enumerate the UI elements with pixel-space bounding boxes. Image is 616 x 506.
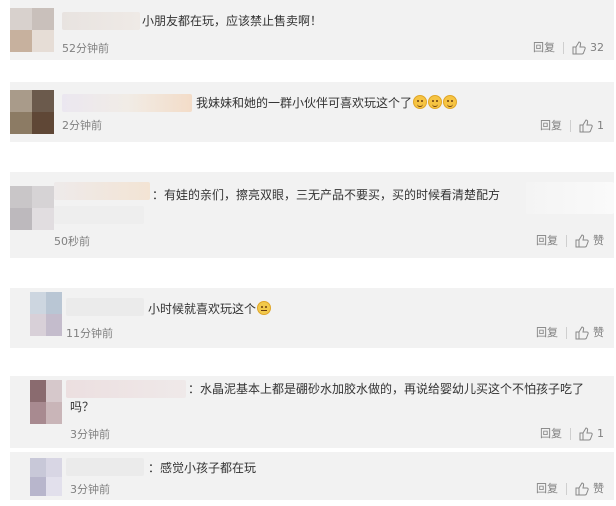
- avatar-pixel: [10, 208, 32, 230]
- cry-laugh-emoji-icon: [257, 301, 272, 315]
- username-blurred: [54, 206, 144, 224]
- comment-card: 我妹妹和她的一群小伙伴可喜欢玩这个了 2分钟前 回复 1: [10, 82, 614, 142]
- thumbs-up-icon[interactable]: [575, 234, 589, 248]
- avatar-pixel: [32, 208, 54, 230]
- avatar-pixel: [32, 186, 54, 208]
- avatar-pixel: [10, 8, 32, 30]
- avatar-pixel: [32, 30, 54, 52]
- avatar-pixel: [10, 30, 32, 52]
- username-blurred[interactable]: [66, 298, 144, 316]
- avatar[interactable]: [10, 90, 54, 134]
- divider: [566, 483, 567, 495]
- avatar[interactable]: [10, 8, 54, 52]
- avatar-pixel: [10, 186, 32, 208]
- avatar[interactable]: [30, 458, 62, 496]
- username-blurred[interactable]: [62, 94, 192, 112]
- divider: [566, 235, 567, 247]
- divider: [570, 120, 571, 132]
- smile-emoji-icon: [413, 95, 428, 109]
- avatar-pixel: [30, 292, 46, 314]
- avatar[interactable]: [30, 380, 62, 424]
- smile-emoji-icon: [428, 95, 443, 109]
- avatar-pixel: [46, 477, 62, 496]
- comment-actions: 回复 赞: [536, 325, 604, 341]
- comment-card: ：水晶泥基本上都是硼砂水加胶水做的，再说给婴幼儿买这个不怕孩子吃了吗？ 3分钟前…: [10, 376, 614, 448]
- like-count: 赞: [593, 482, 604, 495]
- avatar-pixel: [46, 380, 62, 402]
- comment-text: 小时候就喜欢玩这个: [148, 300, 272, 318]
- reply-button[interactable]: 回复: [536, 233, 558, 249]
- avatar-pixel: [30, 380, 46, 402]
- comment-text: ：感觉小孩子都在玩: [148, 461, 257, 475]
- reply-button[interactable]: 回复: [540, 426, 562, 442]
- like-count: 32: [590, 41, 604, 54]
- comment-card: ：感觉小孩子都在玩 3分钟前 回复 赞: [10, 452, 614, 500]
- avatar-pixel: [10, 112, 32, 134]
- avatar[interactable]: [30, 292, 62, 336]
- comment-text-body: 小时候就喜欢玩这个: [148, 302, 257, 316]
- thumbs-up-icon[interactable]: [579, 119, 593, 133]
- comment-actions: 回复 1: [540, 118, 604, 134]
- thumbs-up-icon[interactable]: [575, 326, 589, 340]
- timestamp: 11分钟前: [66, 327, 113, 340]
- avatar[interactable]: [10, 186, 54, 230]
- divider: [563, 42, 564, 54]
- reply-button[interactable]: 回复: [533, 40, 555, 56]
- like-count: 1: [597, 119, 604, 132]
- avatar-pixel: [46, 314, 62, 336]
- reply-button[interactable]: 回复: [536, 481, 558, 497]
- comment-text: 小朋友都在玩，应该禁止售卖啊！: [142, 14, 323, 28]
- image-blurred[interactable]: [526, 182, 614, 214]
- thumbs-up-icon[interactable]: [572, 41, 586, 55]
- username-blurred[interactable]: [62, 12, 140, 30]
- comment-text: 我妹妹和她的一群小伙伴可喜欢玩这个了: [196, 94, 458, 112]
- timestamp: 3分钟前: [70, 428, 110, 441]
- avatar-pixel: [10, 90, 32, 112]
- avatar-pixel: [30, 314, 46, 336]
- thumbs-up-icon[interactable]: [575, 482, 589, 496]
- timestamp: 3分钟前: [70, 483, 110, 496]
- thumbs-up-icon[interactable]: [579, 427, 593, 441]
- timestamp: 52分钟前: [62, 42, 109, 55]
- like-count: 赞: [593, 234, 604, 247]
- username-blurred[interactable]: [54, 182, 150, 200]
- smile-emoji-icon: [443, 95, 458, 109]
- divider: [570, 428, 571, 440]
- like-count: 赞: [593, 326, 604, 339]
- comment-text: ：有娃的亲们，擦亮双眼，三无产品不要买，买的时候看清楚配方: [152, 188, 501, 202]
- comment-card: ：有娃的亲们，擦亮双眼，三无产品不要买，买的时候看清楚配方 50秒前 回复 赞: [10, 172, 614, 258]
- avatar-pixel: [46, 458, 62, 477]
- avatar-pixel: [32, 90, 54, 112]
- avatar-pixel: [30, 477, 46, 496]
- like-count: 1: [597, 427, 604, 440]
- timestamp: 2分钟前: [62, 119, 102, 132]
- timestamp: 50秒前: [54, 235, 90, 248]
- comment-text: ：水晶泥基本上都是硼砂水加胶水做的，再说给婴幼儿买这个不怕孩子吃了吗？: [70, 382, 585, 414]
- reply-button[interactable]: 回复: [540, 118, 562, 134]
- reply-button[interactable]: 回复: [536, 325, 558, 341]
- avatar-pixel: [46, 292, 62, 314]
- avatar-pixel: [30, 402, 46, 424]
- avatar-pixel: [32, 112, 54, 134]
- divider: [566, 327, 567, 339]
- comment-actions: 回复 1: [540, 426, 604, 442]
- avatar-pixel: [46, 402, 62, 424]
- avatar-pixel: [30, 458, 46, 477]
- comment-text-body: 我妹妹和她的一群小伙伴可喜欢玩这个了: [196, 96, 413, 110]
- comment-card: 小朋友都在玩，应该禁止售卖啊！ 52分钟前 回复 32: [10, 0, 614, 60]
- comment-card: 小时候就喜欢玩这个 11分钟前 回复 赞: [10, 288, 614, 348]
- comment-actions: 回复 32: [533, 40, 604, 56]
- avatar-pixel: [32, 8, 54, 30]
- comment-actions: 回复 赞: [536, 233, 604, 249]
- username-blurred[interactable]: [66, 458, 144, 476]
- comment-actions: 回复 赞: [536, 481, 604, 497]
